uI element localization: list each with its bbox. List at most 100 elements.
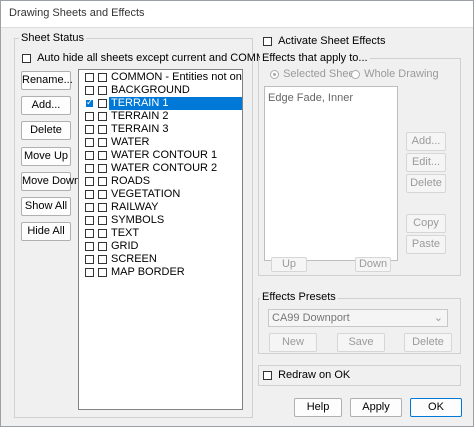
delete-sheet-button[interactable]: Delete (21, 121, 71, 140)
effect-list-item[interactable]: Edge Fade, Inner (268, 92, 353, 104)
auto-hide-label: Auto hide all sheets except current and … (37, 52, 282, 64)
help-button[interactable]: Help (294, 398, 342, 417)
apply-button[interactable]: Apply (350, 398, 402, 417)
sheet-label: WATER CONTOUR 1 (111, 149, 218, 161)
sheet-visible-checkbox[interactable] (85, 125, 94, 134)
sheet-row[interactable]: MAP BORDER (81, 266, 242, 279)
effects-list[interactable]: Edge Fade, Inner (264, 86, 398, 261)
sheet-label: BACKGROUND (111, 84, 190, 96)
hide-all-button[interactable]: Hide All (21, 222, 71, 241)
sheet-row[interactable]: TERRAIN 3 (81, 123, 242, 136)
sheet-row[interactable]: GRID (81, 240, 242, 253)
sheet-row[interactable]: ROADS (81, 175, 242, 188)
window-title: Drawing Sheets and Effects (9, 7, 145, 19)
sheet-row-selected[interactable]: TERRAIN 1 (81, 97, 242, 110)
sheet-effect-checkbox[interactable] (98, 99, 107, 108)
chevron-down-icon: ⌄ (433, 312, 443, 324)
sheet-visible-checkbox[interactable] (85, 177, 94, 186)
presets-select[interactable]: CA99 Downport ⌄ (268, 309, 448, 327)
title-bar[interactable]: Drawing Sheets and Effects (1, 1, 473, 28)
delete-effect-button[interactable]: Delete (406, 174, 446, 193)
sheet-row[interactable]: TERRAIN 2 (81, 110, 242, 123)
sheet-label: WATER CONTOUR 2 (111, 162, 218, 174)
whole-drawing-label: Whole Drawing (364, 68, 439, 80)
whole-drawing-radio[interactable] (351, 69, 360, 79)
sheet-visible-checkbox[interactable] (85, 255, 94, 264)
delete-preset-button[interactable]: Delete (404, 333, 452, 352)
auto-hide-option[interactable]: Auto hide all sheets except current and … (22, 52, 282, 64)
activate-effects-option[interactable]: Activate Sheet Effects (263, 35, 385, 47)
sheet-visible-checkbox[interactable] (85, 86, 94, 95)
sheet-effect-checkbox[interactable] (98, 73, 107, 82)
sheet-effect-checkbox[interactable] (98, 112, 107, 121)
sheet-effect-checkbox[interactable] (98, 216, 107, 225)
selected-sheet-radio[interactable] (270, 69, 279, 79)
sheet-visible-checkbox[interactable] (85, 99, 94, 108)
sheet-effect-checkbox[interactable] (98, 138, 107, 147)
sheet-row[interactable]: COMMON - Entities not on any (81, 71, 242, 84)
sheet-row[interactable]: VEGETATION (81, 188, 242, 201)
redraw-option[interactable]: Redraw on OK (263, 369, 350, 381)
sheet-visible-checkbox[interactable] (85, 203, 94, 212)
effects-legend: Effects that apply to... (260, 52, 370, 64)
move-up-button[interactable]: Move Up (21, 147, 71, 166)
sheet-effect-checkbox[interactable] (98, 125, 107, 134)
sheet-row[interactable]: RAILWAY (81, 201, 242, 214)
presets-legend: Effects Presets (260, 291, 338, 303)
sheet-effect-checkbox[interactable] (98, 190, 107, 199)
sheet-row[interactable]: SYMBOLS (81, 214, 242, 227)
sheet-effect-checkbox[interactable] (98, 255, 107, 264)
sheet-list[interactable]: COMMON - Entities not on any BACKGROUND … (78, 69, 243, 410)
sheet-status-legend: Sheet Status (19, 32, 86, 44)
up-effect-button[interactable]: Up (271, 257, 307, 272)
sheet-label: COMMON - Entities not on any (111, 71, 242, 83)
sheet-effect-checkbox[interactable] (98, 151, 107, 160)
sheet-row[interactable]: WATER CONTOUR 1 (81, 149, 242, 162)
sheet-visible-checkbox[interactable] (85, 242, 94, 251)
activate-effects-checkbox[interactable] (263, 36, 272, 46)
sheet-visible-checkbox[interactable] (85, 164, 94, 173)
sheet-label: TEXT (111, 227, 140, 239)
add-sheet-button[interactable]: Add... (21, 96, 71, 115)
sheet-row[interactable]: BACKGROUND (81, 84, 242, 97)
sheet-effect-checkbox[interactable] (98, 177, 107, 186)
sheet-visible-checkbox[interactable] (85, 112, 94, 121)
sheet-visible-checkbox[interactable] (85, 138, 94, 147)
sheet-visible-checkbox[interactable] (85, 190, 94, 199)
presets-selected-value: CA99 Downport (272, 312, 350, 324)
sheet-effect-checkbox[interactable] (98, 268, 107, 277)
sheet-visible-checkbox[interactable] (85, 229, 94, 238)
whole-drawing-radio-option[interactable]: Whole Drawing (351, 68, 439, 80)
sheet-effect-checkbox[interactable] (98, 203, 107, 212)
sheet-row[interactable]: TEXT (81, 227, 242, 240)
move-down-button[interactable]: Move Down (21, 172, 80, 191)
sheet-row[interactable]: WATER (81, 136, 242, 149)
selected-sheet-radio-option[interactable]: Selected Sheet (270, 68, 358, 80)
sheet-row[interactable]: WATER CONTOUR 2 (81, 162, 242, 175)
down-effect-button[interactable]: Down (355, 257, 391, 272)
rename-button[interactable]: Rename... (21, 71, 73, 90)
redraw-checkbox[interactable] (263, 370, 272, 380)
sheet-effect-checkbox[interactable] (98, 164, 107, 173)
sheet-label: TERRAIN 1 (109, 97, 242, 110)
sheet-row[interactable]: SCREEN (81, 253, 242, 266)
sheet-visible-checkbox[interactable] (85, 151, 94, 160)
activate-effects-label: Activate Sheet Effects (278, 35, 386, 47)
ok-button[interactable]: OK (410, 398, 462, 417)
auto-hide-checkbox[interactable] (22, 53, 31, 63)
new-preset-button[interactable]: New (269, 333, 317, 352)
sheet-visible-checkbox[interactable] (85, 268, 94, 277)
sheet-visible-checkbox[interactable] (85, 73, 94, 82)
sheet-effect-checkbox[interactable] (98, 229, 107, 238)
sheet-label: WATER (111, 136, 150, 148)
add-effect-button[interactable]: Add... (406, 132, 446, 151)
paste-effect-button[interactable]: Paste (406, 235, 446, 254)
show-all-button[interactable]: Show All (21, 197, 71, 216)
edit-effect-button[interactable]: Edit... (406, 153, 446, 172)
save-preset-button[interactable]: Save (337, 333, 385, 352)
sheet-effect-checkbox[interactable] (98, 86, 107, 95)
copy-effect-button[interactable]: Copy (406, 214, 446, 233)
sheet-label: ROADS (111, 175, 151, 187)
sheet-visible-checkbox[interactable] (85, 216, 94, 225)
sheet-effect-checkbox[interactable] (98, 242, 107, 251)
